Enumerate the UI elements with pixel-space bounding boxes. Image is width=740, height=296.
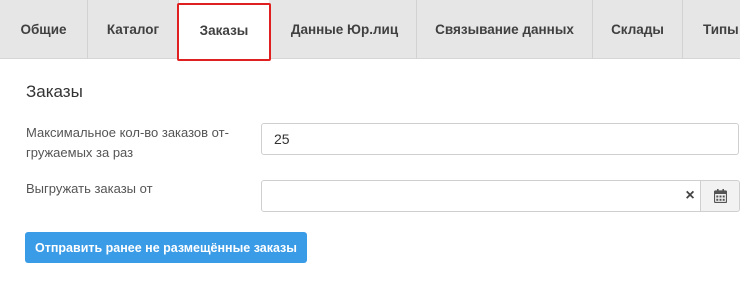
clear-icon[interactable]: ×	[682, 186, 698, 206]
tab-bar: Общие Каталог Заказы Данные Юр.лиц Связы…	[0, 0, 740, 60]
tab-orders[interactable]: Заказы	[179, 0, 269, 60]
max-orders-label: Максимальное кол-во заказов от-гружаемых…	[26, 125, 229, 160]
calendar-button[interactable]	[700, 180, 740, 212]
tab-data-linking[interactable]: Связывание данных	[417, 0, 593, 59]
section-title: Заказы	[26, 82, 83, 101]
tab-catalog[interactable]: Каталог	[88, 0, 179, 59]
export-from-label: Выгружать заказы от	[26, 181, 153, 196]
tab-types[interactable]: Типы	[683, 0, 740, 59]
export-from-date-input[interactable]	[261, 180, 701, 212]
tab-general[interactable]: Общие	[0, 0, 88, 59]
tab-legal-entities[interactable]: Данные Юр.лиц	[273, 0, 417, 59]
calendar-icon	[713, 189, 727, 203]
send-unplaced-orders-button[interactable]: Отправить ранее не размещённые заказы	[25, 232, 307, 263]
tab-warehouses[interactable]: Склады	[593, 0, 683, 59]
max-orders-input[interactable]: 25	[261, 123, 739, 155]
